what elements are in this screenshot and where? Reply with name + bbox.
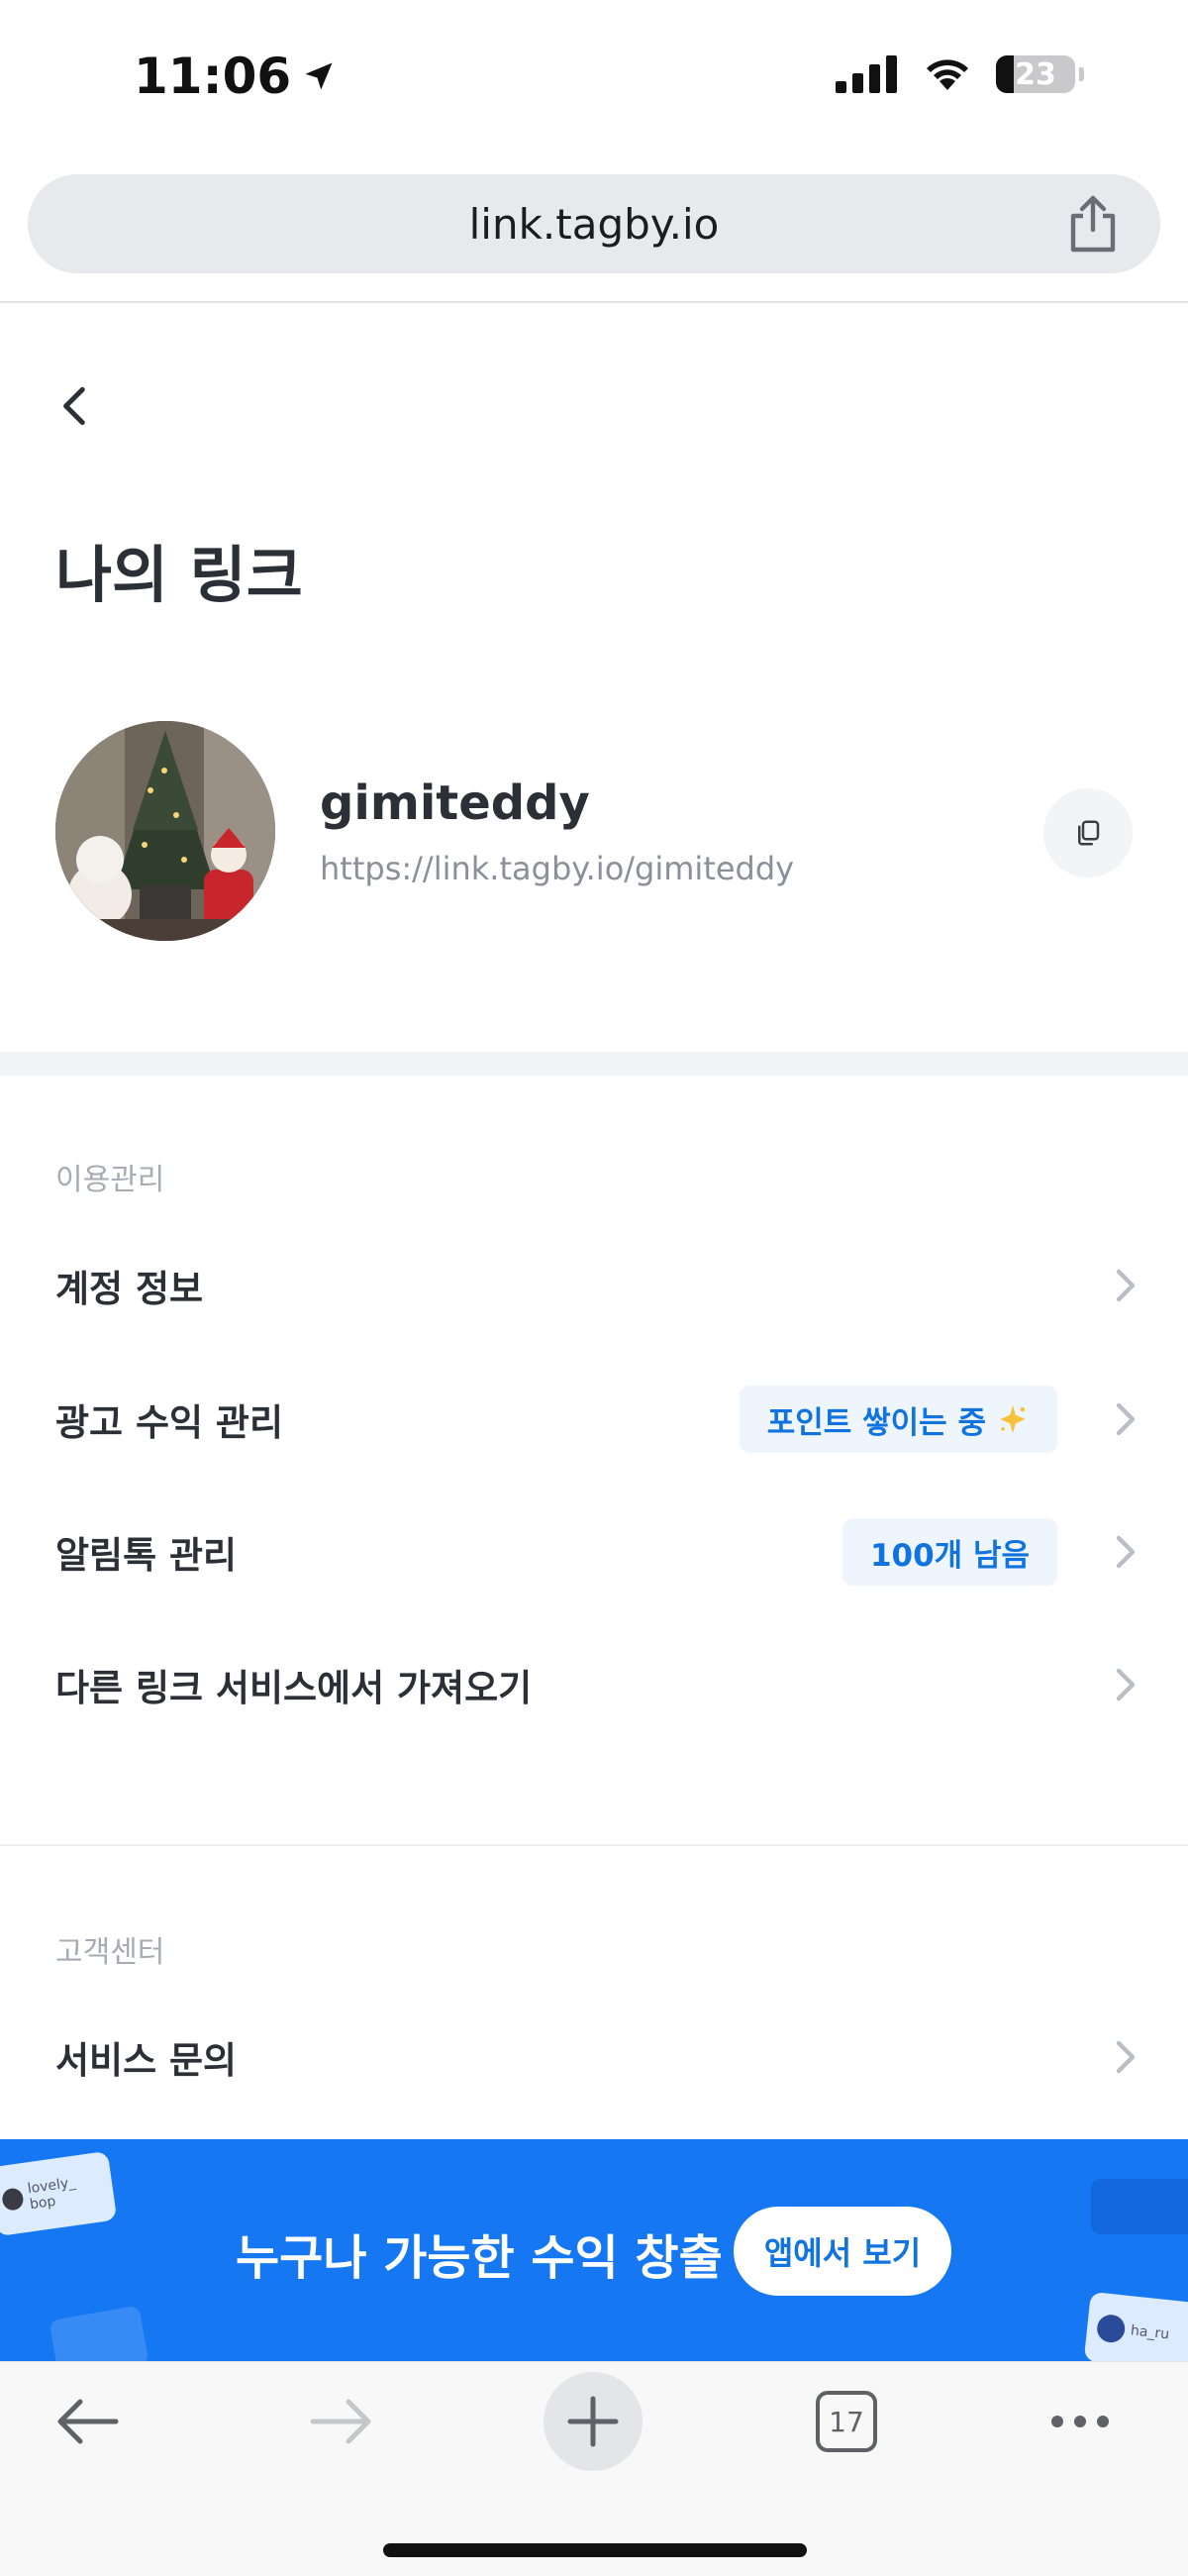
menu-item-account-info[interactable]: 계정 정보 — [0, 1231, 1188, 1340]
promo-text: 누구나 가능한 수익 창출 — [236, 2230, 723, 2286]
more-horizontal-icon — [1051, 2416, 1109, 2427]
chevron-right-icon — [1116, 2040, 1136, 2074]
decorative-card — [49, 2305, 149, 2361]
plus-icon — [567, 2396, 619, 2447]
copy-icon — [1078, 820, 1100, 846]
sparkle-icon — [1000, 1404, 1026, 1434]
chevron-right-icon — [1116, 1402, 1136, 1436]
menu-item-label: 다른 링크 서비스에서 가져오기 — [55, 1667, 533, 1709]
section-label-usage: 이용관리 — [55, 1163, 165, 1197]
cellular-signal-icon — [836, 55, 897, 93]
share-icon[interactable] — [1065, 194, 1121, 254]
time-text: 11:06 — [134, 48, 292, 105]
badge-text: 포인트 쌓이는 중 — [766, 1404, 986, 1441]
decorative-card — [1091, 2179, 1188, 2234]
menu-item-ad-revenue[interactable]: 광고 수익 관리 포인트 쌓이는 중 — [0, 1365, 1188, 1474]
chevron-right-icon — [1116, 1269, 1136, 1302]
menu-item-alimtalk[interactable]: 알림톡 관리 100개 남음 — [0, 1497, 1188, 1606]
copy-link-button[interactable] — [1043, 788, 1133, 877]
home-indicator — [383, 2543, 807, 2557]
decorative-card-text: ha_ru — [1130, 2322, 1170, 2343]
new-tab-button[interactable] — [544, 2372, 643, 2471]
tabs-button[interactable]: 17 — [792, 2367, 901, 2476]
decorative-card: lovely_ bop — [0, 2150, 118, 2237]
decorative-avatar-icon — [1095, 2313, 1127, 2344]
profile-username: gimiteddy — [320, 775, 590, 831]
avatar — [55, 721, 275, 941]
browser-forward-button[interactable] — [287, 2367, 396, 2476]
profile-url: https://link.tagby.io/gimiteddy — [320, 850, 795, 887]
open-in-app-button[interactable]: 앱에서 보기 — [734, 2207, 951, 2296]
decorative-card-text: lovely_ bop — [26, 2174, 77, 2214]
browser-divider — [0, 301, 1188, 303]
app-promo-banner[interactable]: lovely_ bop ha_ru 누구나 가능한 수익 창출 앱에서 보기 — [0, 2139, 1188, 2361]
tab-count: 17 — [816, 2391, 877, 2452]
status-bar: 11:06 23 — [0, 0, 1188, 163]
section-divider — [0, 1844, 1188, 1846]
browser-back-button[interactable] — [33, 2367, 142, 2476]
menu-item-label: 계정 정보 — [55, 1268, 204, 1310]
menu-item-label: 서비스 문의 — [55, 2039, 238, 2082]
battery-tip — [1079, 67, 1084, 81]
decorative-card: ha_ru — [1083, 2291, 1188, 2361]
back-button[interactable] — [51, 381, 101, 431]
chevron-right-icon — [1116, 1668, 1136, 1701]
wifi-icon — [927, 59, 968, 90]
menu-item-service-inquiry[interactable]: 서비스 문의 — [0, 2003, 1188, 2112]
avatar-image — [55, 721, 275, 941]
more-options-button[interactable] — [1026, 2367, 1135, 2476]
battery-level: 23 — [1015, 56, 1056, 92]
status-icons: 23 — [836, 54, 1084, 94]
section-label-support: 고객센터 — [55, 1935, 165, 1970]
address-bar[interactable]: link.tagby.io — [28, 174, 1160, 273]
location-arrow-icon — [305, 62, 333, 90]
menu-item-import-links[interactable]: 다른 링크 서비스에서 가져오기 — [0, 1630, 1188, 1739]
chevron-right-icon — [1116, 1535, 1136, 1569]
points-status-badge: 포인트 쌓이는 중 — [739, 1386, 1057, 1453]
battery-icon: 23 — [996, 55, 1075, 93]
remaining-count-badge: 100개 남음 — [842, 1518, 1057, 1586]
section-separator — [0, 1052, 1188, 1076]
url-text[interactable]: link.tagby.io — [28, 174, 1160, 273]
page-title: 나의 링크 — [55, 539, 303, 611]
status-time: 11:06 — [134, 48, 337, 105]
decorative-avatar-icon — [0, 2187, 25, 2212]
arrow-left-icon — [57, 2399, 119, 2444]
menu-item-label: 알림톡 관리 — [55, 1534, 238, 1577]
arrow-right-icon — [310, 2399, 371, 2444]
menu-item-label: 광고 수익 관리 — [55, 1401, 284, 1444]
